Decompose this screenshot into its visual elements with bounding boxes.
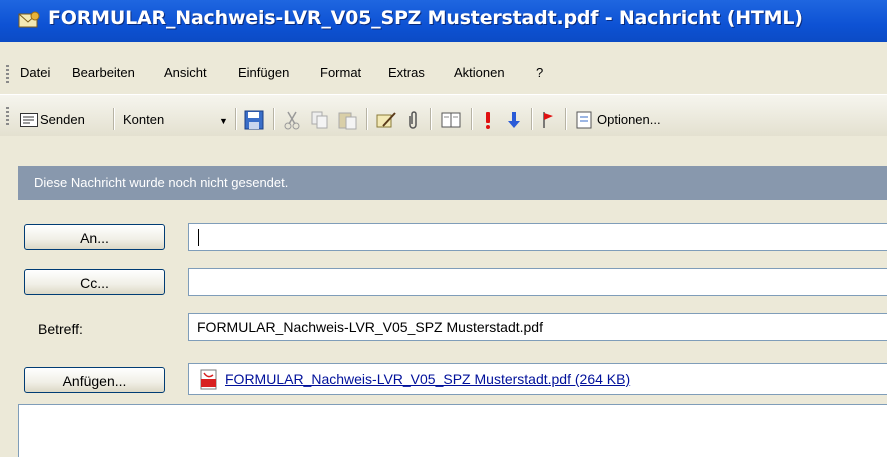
address-book-icon[interactable] <box>440 110 462 130</box>
options-button[interactable]: Optionen... <box>597 112 661 127</box>
flag-icon[interactable] <box>541 110 555 130</box>
info-bar-text: Diese Nachricht wurde noch nicht gesende… <box>34 175 289 190</box>
menu-help[interactable]: ? <box>536 65 543 80</box>
toolbar-separator <box>366 108 368 130</box>
menu-datei[interactable]: Datei <box>20 65 50 80</box>
high-importance-icon[interactable] <box>483 110 493 130</box>
save-icon[interactable] <box>244 110 264 130</box>
chevron-down-icon[interactable]: ▼ <box>219 116 228 126</box>
subject-field[interactable]: FORMULAR_Nachweis-LVR_V05_SPZ Musterstad… <box>188 313 887 341</box>
toolbar-separator <box>565 108 567 130</box>
cc-button[interactable]: Cc... <box>24 269 165 295</box>
menu-einfuegen[interactable]: Einfügen <box>238 65 289 80</box>
info-bar: Diese Nachricht wurde noch nicht gesende… <box>18 166 887 200</box>
attachment-link[interactable]: FORMULAR_Nachweis-LVR_V05_SPZ Musterstad… <box>225 371 630 387</box>
window-title: FORMULAR_Nachweis-LVR_V05_SPZ Musterstad… <box>48 7 803 29</box>
menu-ansicht[interactable]: Ansicht <box>164 65 207 80</box>
send-button[interactable]: Senden <box>40 112 85 127</box>
text-caret <box>198 229 199 246</box>
copy-icon[interactable] <box>310 110 330 130</box>
low-importance-icon[interactable] <box>507 110 521 130</box>
menu-bearbeiten[interactable]: Bearbeiten <box>72 65 135 80</box>
toolbar-separator <box>430 108 432 130</box>
toolbar-separator <box>235 108 237 130</box>
toolbar-grip[interactable] <box>6 107 9 125</box>
subject-label: Betreff: <box>38 321 83 337</box>
menu-extras[interactable]: Extras <box>388 65 425 80</box>
attachment-field: FORMULAR_Nachweis-LVR_V05_SPZ Musterstad… <box>188 363 887 395</box>
subject-field-value: FORMULAR_Nachweis-LVR_V05_SPZ Musterstad… <box>197 319 543 335</box>
paperclip-icon[interactable] <box>406 110 420 130</box>
attach-button[interactable]: Anfügen... <box>24 367 165 393</box>
send-icon[interactable] <box>20 113 38 127</box>
pdf-file-icon <box>200 369 217 390</box>
cc-field[interactable] <box>188 268 887 296</box>
signature-icon[interactable] <box>375 110 397 130</box>
message-body[interactable] <box>18 404 887 457</box>
toolbar-separator <box>531 108 533 130</box>
menu-aktionen[interactable]: Aktionen <box>454 65 505 80</box>
to-button[interactable]: An... <box>24 224 165 250</box>
menu-format[interactable]: Format <box>320 65 361 80</box>
toolbar-separator <box>113 108 115 130</box>
accounts-button[interactable]: Konten <box>123 112 164 127</box>
menu-grip[interactable] <box>6 65 9 83</box>
options-icon[interactable] <box>575 110 593 130</box>
paste-icon[interactable] <box>337 110 359 130</box>
title-bar: FORMULAR_Nachweis-LVR_V05_SPZ Musterstad… <box>0 0 887 42</box>
toolbar-separator <box>471 108 473 130</box>
to-field[interactable] <box>188 223 887 251</box>
envelope-icon <box>18 11 40 28</box>
cut-icon[interactable] <box>283 110 301 130</box>
toolbar-separator <box>273 108 275 130</box>
